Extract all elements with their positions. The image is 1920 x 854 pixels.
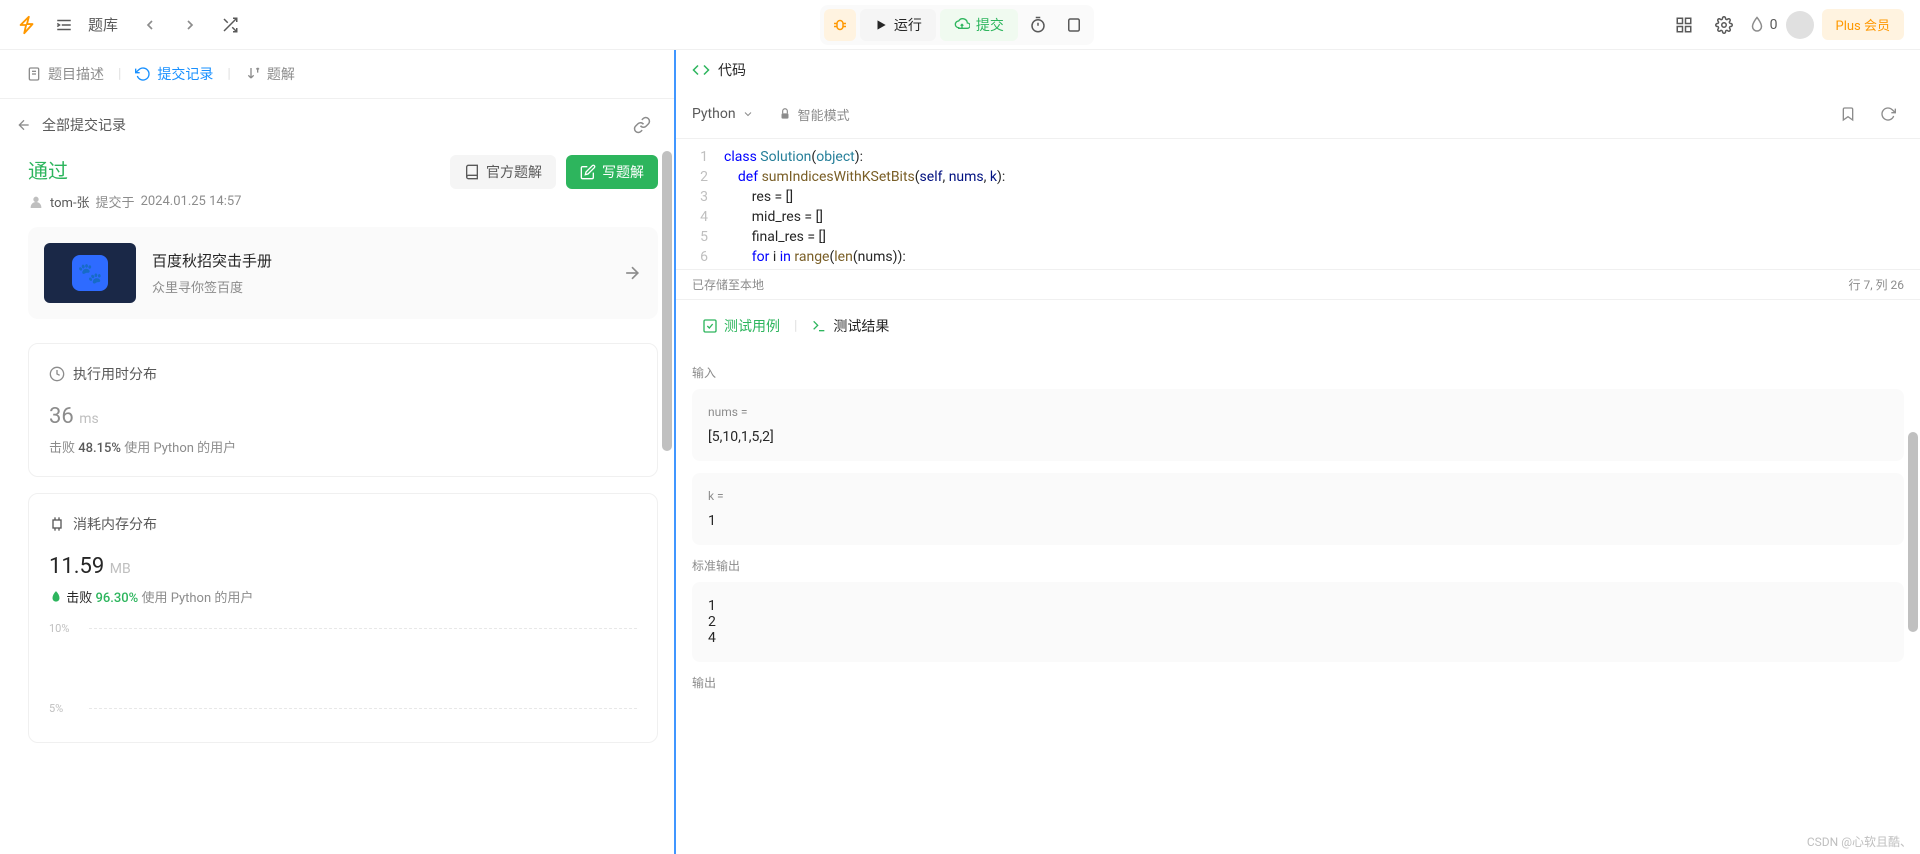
code-label: 代码 <box>718 60 746 80</box>
memory-chart: 10% 5% <box>49 622 637 722</box>
tab-divider: | <box>227 66 230 82</box>
code-editor[interactable]: 123456 class Solution(object): def sumIn… <box>676 139 1920 269</box>
chevron-right-icon <box>622 263 642 283</box>
tab-test-case[interactable]: 测试用例 <box>692 310 790 342</box>
sidebar-toggle-icon[interactable] <box>48 9 80 41</box>
link-icon[interactable] <box>626 109 658 141</box>
gutter: 123456 <box>676 147 724 261</box>
language-select[interactable]: Python <box>692 106 754 122</box>
tab-divider: | <box>118 66 121 82</box>
chevron-down-icon <box>742 108 754 120</box>
logo[interactable] <box>16 13 40 37</box>
tab-solutions[interactable]: 题解 <box>235 58 305 90</box>
right-scrollbar[interactable] <box>1908 352 1918 854</box>
terminal-icon <box>811 318 827 334</box>
submitted-at: 2024.01.25 14:57 <box>141 194 242 209</box>
main: 题目描述 | 提交记录 | 题解 全部提交记录 <box>0 50 1920 854</box>
shuffle-icon[interactable] <box>214 9 246 41</box>
left-content: 通过 tom-张 提交于 2024.01.25 14:57 官方题解 <box>0 151 674 854</box>
memory-icon <box>49 516 65 532</box>
streak-count: 0 <box>1770 17 1778 33</box>
left-scrollbar[interactable] <box>662 151 672 764</box>
check-square-icon <box>702 318 718 334</box>
baidu-paw-icon: 🐾 <box>72 255 108 291</box>
write-solution-button[interactable]: 写题解 <box>566 155 658 189</box>
promo-card[interactable]: 🐾 百度秋招突击手册 众里寻你签百度 <box>28 227 658 319</box>
submit-button[interactable]: 提交 <box>940 9 1018 41</box>
input-nums: [5,10,1,5,2] <box>708 429 1888 445</box>
saved-status: 已存储至本地 <box>692 276 764 293</box>
plus-badge[interactable]: Plus 会员 <box>1822 9 1904 40</box>
input-nums-box: nums = [5,10,1,5,2] <box>692 389 1904 461</box>
submitted-prefix: 提交于 <box>96 192 135 211</box>
next-problem-icon[interactable] <box>174 9 206 41</box>
memory-card: 消耗内存分布 11.59 MB 击败 96.30% 使用 Python 的用户 … <box>28 493 658 743</box>
input-k: 1 <box>708 513 1888 529</box>
stdout-label: 标准输出 <box>692 557 1904 574</box>
cursor-position: 行 7, 列 26 <box>1848 276 1904 293</box>
status-badge: 通过 <box>28 155 241 184</box>
memory-value: 11.59 <box>49 554 104 579</box>
streak-counter[interactable]: 0 <box>1748 16 1778 34</box>
code-icon <box>692 61 710 79</box>
runtime-value: 36 <box>49 404 74 429</box>
memory-header: 消耗内存分布 <box>73 514 157 534</box>
watermark: CSDN @心软且酷、 <box>1807 833 1912 850</box>
topbar: 题库 运行 提交 <box>0 0 1920 50</box>
run-button[interactable]: 运行 <box>860 9 936 41</box>
promo-image: 🐾 <box>44 243 136 303</box>
tab-description[interactable]: 题目描述 <box>16 58 114 90</box>
runtime-beats-pct: 48.15% <box>78 441 121 456</box>
palm-icon <box>49 590 63 604</box>
left-tabs: 题目描述 | 提交记录 | 题解 <box>0 50 674 99</box>
runtime-card: 执行用时分布 36 ms 击败 48.15% 使用 Python 的用户 <box>28 343 658 477</box>
reset-icon[interactable] <box>1872 98 1904 130</box>
author[interactable]: tom-张 <box>50 192 90 211</box>
promo-subtitle: 众里寻你签百度 <box>152 277 606 296</box>
settings-icon[interactable] <box>1708 9 1740 41</box>
run-label: 运行 <box>894 15 922 35</box>
avatar[interactable] <box>1786 11 1814 39</box>
breadcrumb[interactable]: 全部提交记录 <box>16 115 126 135</box>
timer-icon[interactable] <box>1022 9 1054 41</box>
lock-icon <box>778 107 792 121</box>
tab-test-result[interactable]: 测试结果 <box>801 310 899 342</box>
left-panel: 题目描述 | 提交记录 | 题解 全部提交记录 <box>0 50 676 854</box>
input-label: 输入 <box>692 364 1904 381</box>
runtime-unit: ms <box>79 411 99 427</box>
code-body[interactable]: class Solution(object): def sumIndicesWi… <box>724 147 1920 261</box>
memory-unit: MB <box>110 561 131 577</box>
apps-icon[interactable] <box>1668 9 1700 41</box>
debug-icon[interactable] <box>824 9 856 41</box>
tab-submissions[interactable]: 提交记录 <box>125 58 223 90</box>
test-content: 输入 nums = [5,10,1,5,2] k = 1 标准输出 1 2 4 … <box>676 352 1920 854</box>
official-solution-button[interactable]: 官方题解 <box>450 155 556 189</box>
notes-icon[interactable] <box>1058 9 1090 41</box>
promo-title: 百度秋招突击手册 <box>152 250 606 271</box>
problems-link[interactable]: 题库 <box>88 14 118 35</box>
submit-label: 提交 <box>976 15 1004 35</box>
output-label: 输出 <box>692 674 1904 691</box>
bookmark-icon[interactable] <box>1832 98 1864 130</box>
right-panel: 代码 Python 智能模式 <box>676 50 1920 854</box>
runtime-header: 执行用时分布 <box>73 364 157 384</box>
memory-beats-pct: 96.30% <box>95 591 138 606</box>
mode-label: 智能模式 <box>778 105 850 124</box>
clock-icon <box>49 366 65 382</box>
stdout-value: 1 2 4 <box>708 598 1888 646</box>
input-k-box: k = 1 <box>692 473 1904 545</box>
stdout-box: 1 2 4 <box>692 582 1904 662</box>
prev-problem-icon[interactable] <box>134 9 166 41</box>
